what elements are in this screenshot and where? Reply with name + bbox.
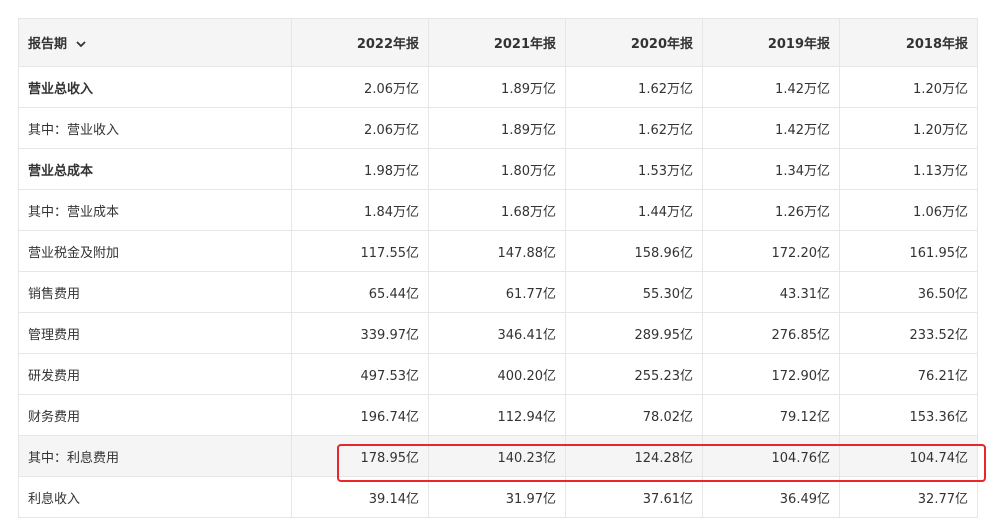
value-cell: 153.36亿 xyxy=(839,394,978,436)
year-header[interactable]: 2020年报 xyxy=(565,18,703,67)
table-row: 营业总成本 1.98万亿 1.80万亿 1.53万亿 1.34万亿 1.13万亿 xyxy=(18,148,978,190)
value-cell: 1.62万亿 xyxy=(565,66,703,108)
value-cell: 400.20亿 xyxy=(428,353,566,395)
table-row: 财务费用 196.74亿 112.94亿 78.02亿 79.12亿 153.36亿 xyxy=(18,394,978,436)
value-cell: 104.76亿 xyxy=(702,435,840,477)
value-cell: 276.85亿 xyxy=(702,312,840,354)
value-cell: 1.80万亿 xyxy=(428,148,566,190)
value-cell: 32.77亿 xyxy=(839,476,978,518)
value-cell: 61.77亿 xyxy=(428,271,566,313)
value-cell: 233.52亿 xyxy=(839,312,978,354)
chevron-down-icon xyxy=(75,37,86,52)
value-cell: 124.28亿 xyxy=(565,435,703,477)
value-cell: 1.06万亿 xyxy=(839,189,978,231)
table-row: 管理费用 339.97亿 346.41亿 289.95亿 276.85亿 233.52亿 xyxy=(18,312,978,354)
value-cell: 1.34万亿 xyxy=(702,148,840,190)
value-cell: 78.02亿 xyxy=(565,394,703,436)
value-cell: 172.90亿 xyxy=(702,353,840,395)
row-label: 其中：营业收入 xyxy=(18,107,292,149)
value-cell: 1.84万亿 xyxy=(291,189,429,231)
value-cell: 1.42万亿 xyxy=(702,107,840,149)
value-cell: 1.68万亿 xyxy=(428,189,566,231)
row-label: 营业总成本 xyxy=(18,148,292,190)
year-header[interactable]: 2019年报 xyxy=(702,18,840,67)
value-cell: 140.23亿 xyxy=(428,435,566,477)
table-row: 营业总收入 2.06万亿 1.89万亿 1.62万亿 1.42万亿 1.20万亿 xyxy=(18,66,978,108)
value-cell: 117.55亿 xyxy=(291,230,429,272)
value-cell: 79.12亿 xyxy=(702,394,840,436)
row-label: 其中：利息费用 xyxy=(18,435,292,477)
year-header[interactable]: 2022年报 xyxy=(291,18,429,67)
value-cell: 112.94亿 xyxy=(428,394,566,436)
row-label: 财务费用 xyxy=(18,394,292,436)
table-header-row: 报告期 2022年报 2021年报 2020年报 2019年报 2018年报 xyxy=(18,18,978,67)
value-cell: 39.14亿 xyxy=(291,476,429,518)
value-cell: 1.20万亿 xyxy=(839,66,978,108)
row-label: 利息收入 xyxy=(18,476,292,518)
value-cell: 147.88亿 xyxy=(428,230,566,272)
value-cell: 2.06万亿 xyxy=(291,107,429,149)
value-cell: 1.89万亿 xyxy=(428,107,566,149)
row-label: 研发费用 xyxy=(18,353,292,395)
table-row: 销售费用 65.44亿 61.77亿 55.30亿 43.31亿 36.50亿 xyxy=(18,271,978,313)
value-cell: 36.49亿 xyxy=(702,476,840,518)
period-dropdown[interactable]: 报告期 xyxy=(18,18,292,67)
value-cell: 1.42万亿 xyxy=(702,66,840,108)
value-cell: 37.61亿 xyxy=(565,476,703,518)
value-cell: 55.30亿 xyxy=(565,271,703,313)
table-row: 其中：利息费用 178.95亿 140.23亿 124.28亿 104.76亿 104.7… xyxy=(18,435,978,477)
value-cell: 158.96亿 xyxy=(565,230,703,272)
value-cell: 497.53亿 xyxy=(291,353,429,395)
row-label: 销售费用 xyxy=(18,271,292,313)
table-row: 利息收入 39.14亿 31.97亿 37.61亿 36.49亿 32.77亿 xyxy=(18,476,978,518)
value-cell: 1.89万亿 xyxy=(428,66,566,108)
value-cell: 1.98万亿 xyxy=(291,148,429,190)
row-label: 管理费用 xyxy=(18,312,292,354)
value-cell: 76.21亿 xyxy=(839,353,978,395)
value-cell: 1.53万亿 xyxy=(565,148,703,190)
value-cell: 1.26万亿 xyxy=(702,189,840,231)
value-cell: 31.97亿 xyxy=(428,476,566,518)
value-cell: 43.31亿 xyxy=(702,271,840,313)
value-cell: 161.95亿 xyxy=(839,230,978,272)
value-cell: 1.62万亿 xyxy=(565,107,703,149)
row-label: 营业税金及附加 xyxy=(18,230,292,272)
financial-table-view: 报告期 2022年报 2021年报 2020年报 2019年报 2018年报 营… xyxy=(0,0,999,525)
value-cell: 339.97亿 xyxy=(291,312,429,354)
table-row: 营业税金及附加 117.55亿 147.88亿 158.96亿 172.20亿 161.9… xyxy=(18,230,978,272)
value-cell: 178.95亿 xyxy=(291,435,429,477)
period-label: 报告期 xyxy=(28,37,68,52)
value-cell: 36.50亿 xyxy=(839,271,978,313)
value-cell: 346.41亿 xyxy=(428,312,566,354)
year-header[interactable]: 2018年报 xyxy=(839,18,978,67)
value-cell: 2.06万亿 xyxy=(291,66,429,108)
value-cell: 1.44万亿 xyxy=(565,189,703,231)
value-cell: 289.95亿 xyxy=(565,312,703,354)
value-cell: 1.13万亿 xyxy=(839,148,978,190)
value-cell: 255.23亿 xyxy=(565,353,703,395)
value-cell: 172.20亿 xyxy=(702,230,840,272)
value-cell: 1.20万亿 xyxy=(839,107,978,149)
row-label: 营业总收入 xyxy=(18,66,292,108)
value-cell: 65.44亿 xyxy=(291,271,429,313)
income-statement-table: 报告期 2022年报 2021年报 2020年报 2019年报 2018年报 营… xyxy=(18,18,978,518)
row-label: 其中：营业成本 xyxy=(18,189,292,231)
table-row: 研发费用 497.53亿 400.20亿 255.23亿 172.90亿 76.21亿 xyxy=(18,353,978,395)
table-row: 其中：营业收入 2.06万亿 1.89万亿 1.62万亿 1.42万亿 1.20万亿 xyxy=(18,107,978,149)
year-header[interactable]: 2021年报 xyxy=(428,18,566,67)
value-cell: 104.74亿 xyxy=(839,435,978,477)
value-cell: 196.74亿 xyxy=(291,394,429,436)
table-row: 其中：营业成本 1.84万亿 1.68万亿 1.44万亿 1.26万亿 1.06万亿 xyxy=(18,189,978,231)
